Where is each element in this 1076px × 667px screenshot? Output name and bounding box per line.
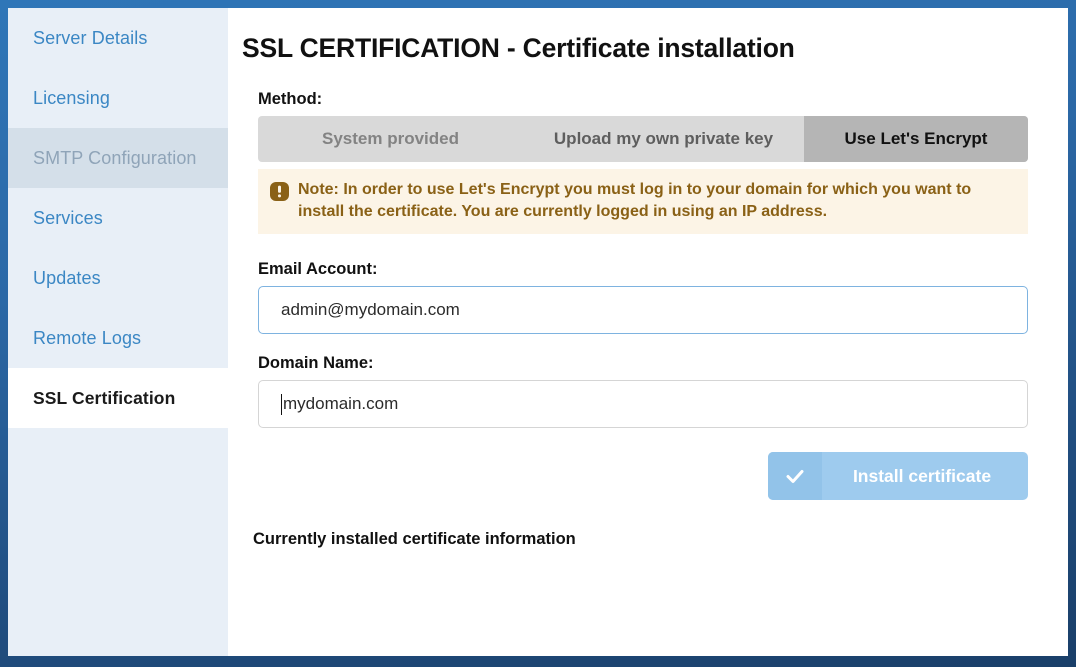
application-window: Server Details Licensing SMTP Configurat… <box>0 0 1076 667</box>
sidebar-item-licensing[interactable]: Licensing <box>8 68 228 128</box>
sidebar-item-label: Updates <box>33 267 101 288</box>
tab-use-lets-encrypt[interactable]: Use Let's Encrypt <box>804 116 1028 162</box>
sidebar-item-services[interactable]: Services <box>8 188 228 248</box>
sidebar-item-updates[interactable]: Updates <box>8 248 228 308</box>
page-title: SSL CERTIFICATION - Certificate installa… <box>242 33 795 63</box>
note-text: Note: In order to use Let's Encrypt you … <box>298 181 972 220</box>
window-inner-surface: Server Details Licensing SMTP Configurat… <box>8 8 1068 656</box>
install-certificate-button[interactable]: Install certificate <box>768 452 1028 501</box>
sidebar-item-label: Server Details <box>33 27 148 48</box>
install-certificate-label: Install certificate <box>852 465 992 486</box>
email-account-value: admin@mydomain.com <box>281 300 460 320</box>
tab-label: System provided <box>322 129 459 148</box>
sidebar-item-label: SMTP Configuration <box>33 147 197 168</box>
domain-name-input[interactable]: mydomain.com <box>258 380 1028 429</box>
sidebar-navigation: Server Details Licensing SMTP Configurat… <box>8 8 228 656</box>
tab-label: Use Let's Encrypt <box>844 129 988 148</box>
tab-label: Upload my own private key <box>553 129 774 148</box>
tab-upload-my-own-private-key[interactable]: Upload my own private key <box>523 116 804 162</box>
installed-certificate-info-title: Currently installed certificate informat… <box>253 530 576 549</box>
check-icon <box>768 452 822 501</box>
method-tab-group: System provided Upload my own private ke… <box>258 116 1028 162</box>
sidebar-item-remote-logs[interactable]: Remote Logs <box>8 308 228 368</box>
sidebar-item-smtp-configuration[interactable]: SMTP Configuration <box>8 128 228 188</box>
method-label: Method: <box>258 90 323 108</box>
sidebar-item-label: SSL Certification <box>33 387 176 408</box>
domain-name-value: mydomain.com <box>283 394 399 414</box>
text-caret <box>281 393 282 415</box>
exclamation-icon <box>270 182 289 206</box>
certificate-form: Method: System provided Upload my own pr… <box>228 90 1068 549</box>
sidebar-item-label: Remote Logs <box>33 327 142 348</box>
tab-system-provided[interactable]: System provided <box>258 116 523 162</box>
email-account-input[interactable]: admin@mydomain.com <box>258 286 1028 335</box>
button-row: Install certificate <box>258 452 1028 501</box>
domain-name-label: Domain Name: <box>258 354 374 373</box>
note-banner: Note: In order to use Let's Encrypt you … <box>258 169 1028 235</box>
email-account-label: Email Account: <box>258 260 378 279</box>
main-content: SSL CERTIFICATION - Certificate installa… <box>228 8 1068 656</box>
sidebar-item-label: Licensing <box>33 87 110 108</box>
sidebar-item-label: Services <box>33 207 103 228</box>
sidebar-item-ssl-certification[interactable]: SSL Certification <box>8 368 228 428</box>
sidebar-item-server-details[interactable]: Server Details <box>8 8 228 68</box>
